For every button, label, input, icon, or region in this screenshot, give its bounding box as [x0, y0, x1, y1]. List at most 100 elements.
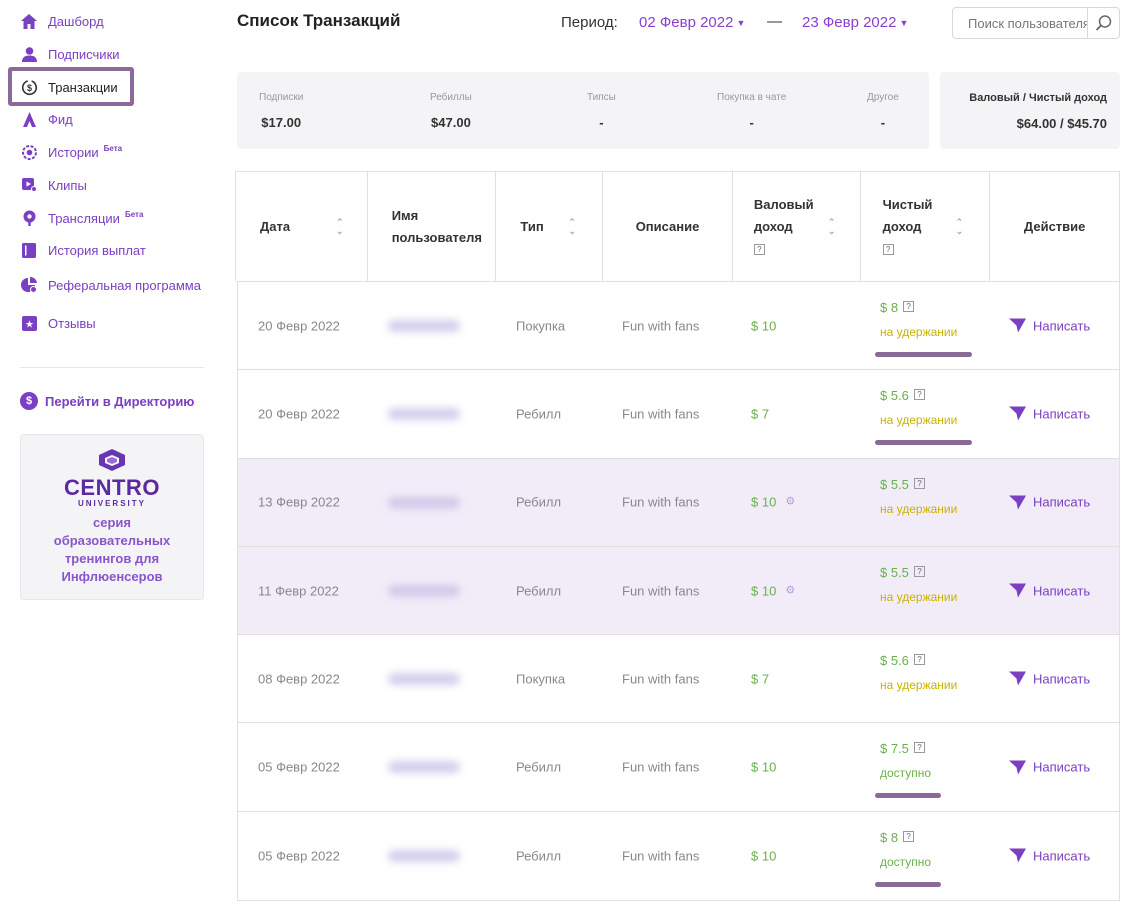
net-value: $ 5.6 [880, 388, 909, 404]
cell-user-blurred [383, 547, 468, 635]
cell-date: 05 Февр 2022 [258, 848, 340, 864]
status-badge: на удержании [880, 501, 958, 516]
cell-type: Покупка [516, 671, 566, 687]
write-message-button[interactable]: Написать [1009, 406, 1090, 421]
summary-panel: Подписки $17.00 Ребиллы $47.00 Типсы - Поку… [237, 72, 929, 149]
sidebar-item-3[interactable]: Фид [20, 107, 73, 131]
cell-date: 20 Февр 2022 [258, 318, 340, 334]
net-value: $ 8 [880, 829, 899, 845]
status-badge: доступно [880, 766, 932, 781]
status-underline [875, 352, 972, 357]
summary-subscriptions: Подписки $17.00 [259, 92, 304, 130]
summary-tips: Типсы - [587, 92, 616, 130]
cell-user-blurred [383, 723, 468, 811]
search-input[interactable] [953, 8, 1087, 38]
cell-type: Ребилл [516, 583, 562, 599]
sidebar-item-label: Реферальная программа [48, 277, 201, 293]
sidebar-item-4[interactable]: Истории Бета [20, 140, 122, 164]
table-row: 05 Февр 2022 Ребилл Fun with fans $ 10 $ 7.5… [238, 723, 1119, 812]
referral-icon [20, 276, 38, 294]
table-row: 05 Февр 2022 Ребилл Fun with fans $ 10 $ 8? д… [238, 812, 1119, 900]
svg-text:$: $ [26, 83, 31, 93]
net-value: $ 8 [880, 300, 899, 315]
help-icon[interactable]: ? [882, 243, 894, 255]
table-row: 13 Февр 2022 Ребилл Fun with fans $ 10 ⚙ $ 5.… [238, 458, 1119, 547]
send-icon [1009, 848, 1026, 863]
sidebar-item-7[interactable]: История выплат [20, 238, 146, 262]
cell-date: 05 Февр 2022 [258, 759, 340, 775]
sidebar-item-6[interactable]: Трансляции Бета [20, 206, 143, 230]
cell-type: Покупка [516, 318, 566, 334]
cell-user-blurred [383, 370, 468, 458]
send-icon [1009, 406, 1026, 421]
write-message-button[interactable]: Написать [1009, 671, 1090, 686]
table-row: 20 Февр 2022 Ребилл Fun with fans $ 7 $ 5.6?… [238, 370, 1119, 459]
cell-date: 13 Февр 2022 [258, 494, 340, 510]
sidebar-item-1[interactable]: Подписчики [20, 42, 120, 66]
help-icon[interactable]: ? [913, 742, 925, 754]
sidebar-item-label: Истории [48, 144, 99, 160]
help-icon[interactable]: ? [753, 243, 765, 255]
net-value: $ 5.6 [880, 653, 909, 669]
directory-link-label: Перейти в Директорию [45, 393, 195, 409]
promo-banner[interactable]: CENTRO UNIVERSITY серия образовательных … [20, 434, 204, 600]
col-desc: Описание [603, 172, 733, 281]
table-row: 08 Февр 2022 Покупка Fun with fans $ 7 $ 5.6… [238, 635, 1119, 724]
net-value: $ 7.5 [880, 741, 909, 757]
help-icon[interactable]: ? [903, 830, 915, 842]
cell-desc: Fun with fans [622, 759, 700, 775]
dollar-cycle-icon: $ [20, 78, 38, 96]
gear-icon[interactable]: ⚙ [785, 583, 795, 596]
sort-date-icon[interactable]: ⌃ ⌄ [336, 217, 344, 236]
cell-desc: Fun with fans [622, 318, 700, 334]
table-row: 11 Февр 2022 Ребилл Fun with fans $ 10 ⚙ $ 5.… [238, 546, 1119, 636]
sort-type-icon[interactable]: ⌃ ⌄ [568, 217, 576, 236]
gear-icon[interactable]: ⚙ [785, 495, 795, 508]
directory-link[interactable]: $ Перейти в Директорию [20, 392, 194, 410]
write-message-button[interactable]: Написать [1009, 760, 1090, 775]
sidebar-item-2[interactable]: $ Транзакции [20, 75, 118, 99]
send-icon [1009, 760, 1026, 775]
sidebar-item-label: История выплат [48, 242, 146, 258]
cell-gross: $ 10 [751, 318, 777, 334]
status-badge: на удержании [880, 413, 958, 428]
status-underline [875, 881, 941, 887]
help-icon[interactable]: ? [913, 477, 925, 489]
date-from-picker[interactable]: 02 Февр 2022 ▼ [639, 14, 745, 31]
sort-net-icon[interactable]: ⌃ ⌄ [956, 217, 964, 236]
cell-net: $ 8? на удержании [875, 300, 972, 357]
col-user: Имя пользователя [368, 172, 497, 281]
total-panel: Валовый / Чистый доход $64.00 / $45.70 [940, 72, 1120, 149]
sort-gross-icon[interactable]: ⌃ ⌄ [828, 217, 836, 236]
write-message-button[interactable]: Написать [1009, 318, 1090, 333]
help-icon[interactable]: ? [913, 565, 925, 577]
date-to-picker[interactable]: 23 Февр 2022 ▼ [802, 14, 908, 31]
sidebar-item-5[interactable]: Клипы [20, 173, 87, 197]
cell-desc: Fun with fans [622, 494, 700, 510]
help-icon[interactable]: ? [913, 654, 925, 666]
help-icon[interactable]: ? [913, 389, 925, 401]
write-message-label: Написать [1033, 848, 1091, 864]
col-type: Тип ⌃ ⌄ [496, 172, 604, 281]
cell-date: 08 Февр 2022 [258, 671, 340, 687]
help-icon[interactable]: ? [903, 301, 915, 312]
cell-net: $ 5.5? на удержании [880, 477, 957, 516]
sidebar-item-0[interactable]: Дашборд [20, 9, 104, 33]
col-action: Действие [1023, 218, 1086, 234]
sidebar-item-label: Подписчики [48, 46, 120, 62]
svg-text:★: ★ [25, 319, 34, 330]
total-label: Валовый / Чистый доход [969, 92, 1107, 104]
sidebar-item-8[interactable]: Реферальная программа [20, 273, 201, 297]
write-message-button[interactable]: Написать [1009, 848, 1090, 863]
broadcast-icon [20, 209, 38, 227]
search-button[interactable] [1087, 8, 1119, 38]
promo-brand: CENTRO [64, 475, 160, 500]
cell-user-blurred [383, 282, 468, 370]
write-message-button[interactable]: Написать [1009, 583, 1090, 598]
chevron-down-icon: ▼ [899, 18, 909, 29]
write-message-button[interactable]: Написать [1009, 495, 1090, 510]
sidebar-item-9[interactable]: ★ Отзывы [20, 311, 96, 335]
sidebar-divider [20, 367, 204, 368]
search-icon [1095, 15, 1111, 31]
cell-type: Ребилл [516, 759, 562, 775]
